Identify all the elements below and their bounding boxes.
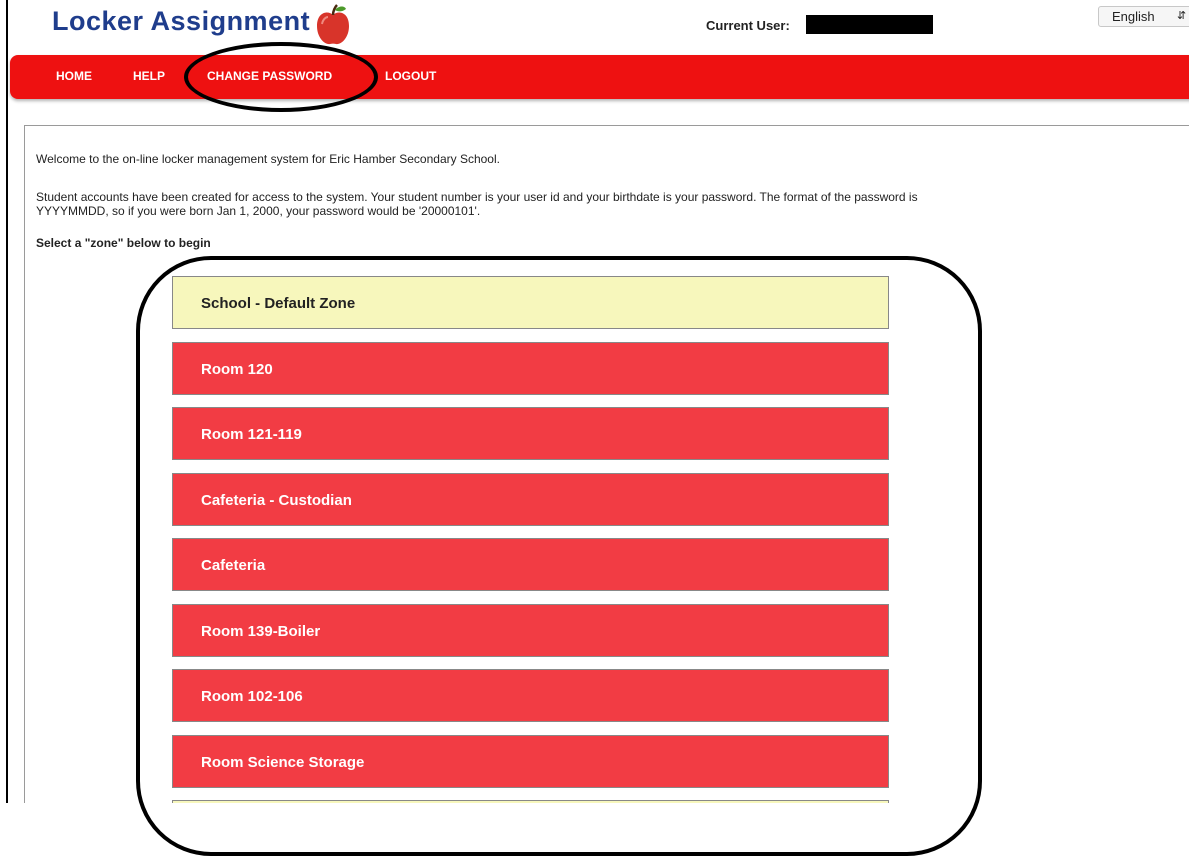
language-select-value: English [1112, 9, 1155, 24]
nav-help[interactable]: HELP [133, 69, 165, 83]
zone-instruction: Select a "zone" below to begin [36, 236, 211, 250]
zone-cafeteria-custodian[interactable]: Cafeteria - Custodian [172, 473, 889, 526]
zone-room-121-119[interactable]: Room 121-119 [172, 407, 889, 460]
zone-room-science-storage[interactable]: Room Science Storage [172, 735, 889, 788]
language-select[interactable]: English ⇵ [1098, 6, 1189, 27]
accounts-text-line-2: YYYYMMDD, so if you were born Jan 1, 200… [36, 204, 481, 218]
apple-icon [317, 4, 349, 45]
zone-room-139-boiler[interactable]: Room 139-Boiler [172, 604, 889, 657]
zone-room-102-106[interactable]: Room 102-106 [172, 669, 889, 722]
nav-logout[interactable]: LOGOUT [385, 69, 436, 83]
accounts-text-line-1: Student accounts have been created for a… [36, 190, 918, 204]
zone-room-120[interactable]: Room 120 [172, 342, 889, 395]
nav-change-password[interactable]: CHANGE PASSWORD [207, 69, 332, 83]
nav-home[interactable]: HOME [56, 69, 92, 83]
zone-cafeteria[interactable]: Cafeteria [172, 538, 889, 591]
main-nav-bar: HOME HELP CHANGE PASSWORD LOGOUT [10, 55, 1189, 99]
left-border-line [6, 0, 8, 803]
current-user-label: Current User: [706, 18, 790, 33]
select-arrows-icon: ⇵ [1177, 10, 1187, 22]
welcome-text: Welcome to the on-line locker management… [36, 152, 500, 166]
page: Locker Assignment Current User: English … [0, 0, 1189, 859]
current-user-value-redacted [806, 15, 933, 34]
zone-school-default[interactable]: School - Default Zone [172, 276, 889, 329]
screenshot-crop-mask [0, 803, 1189, 859]
app-title: Locker Assignment [52, 6, 311, 36]
